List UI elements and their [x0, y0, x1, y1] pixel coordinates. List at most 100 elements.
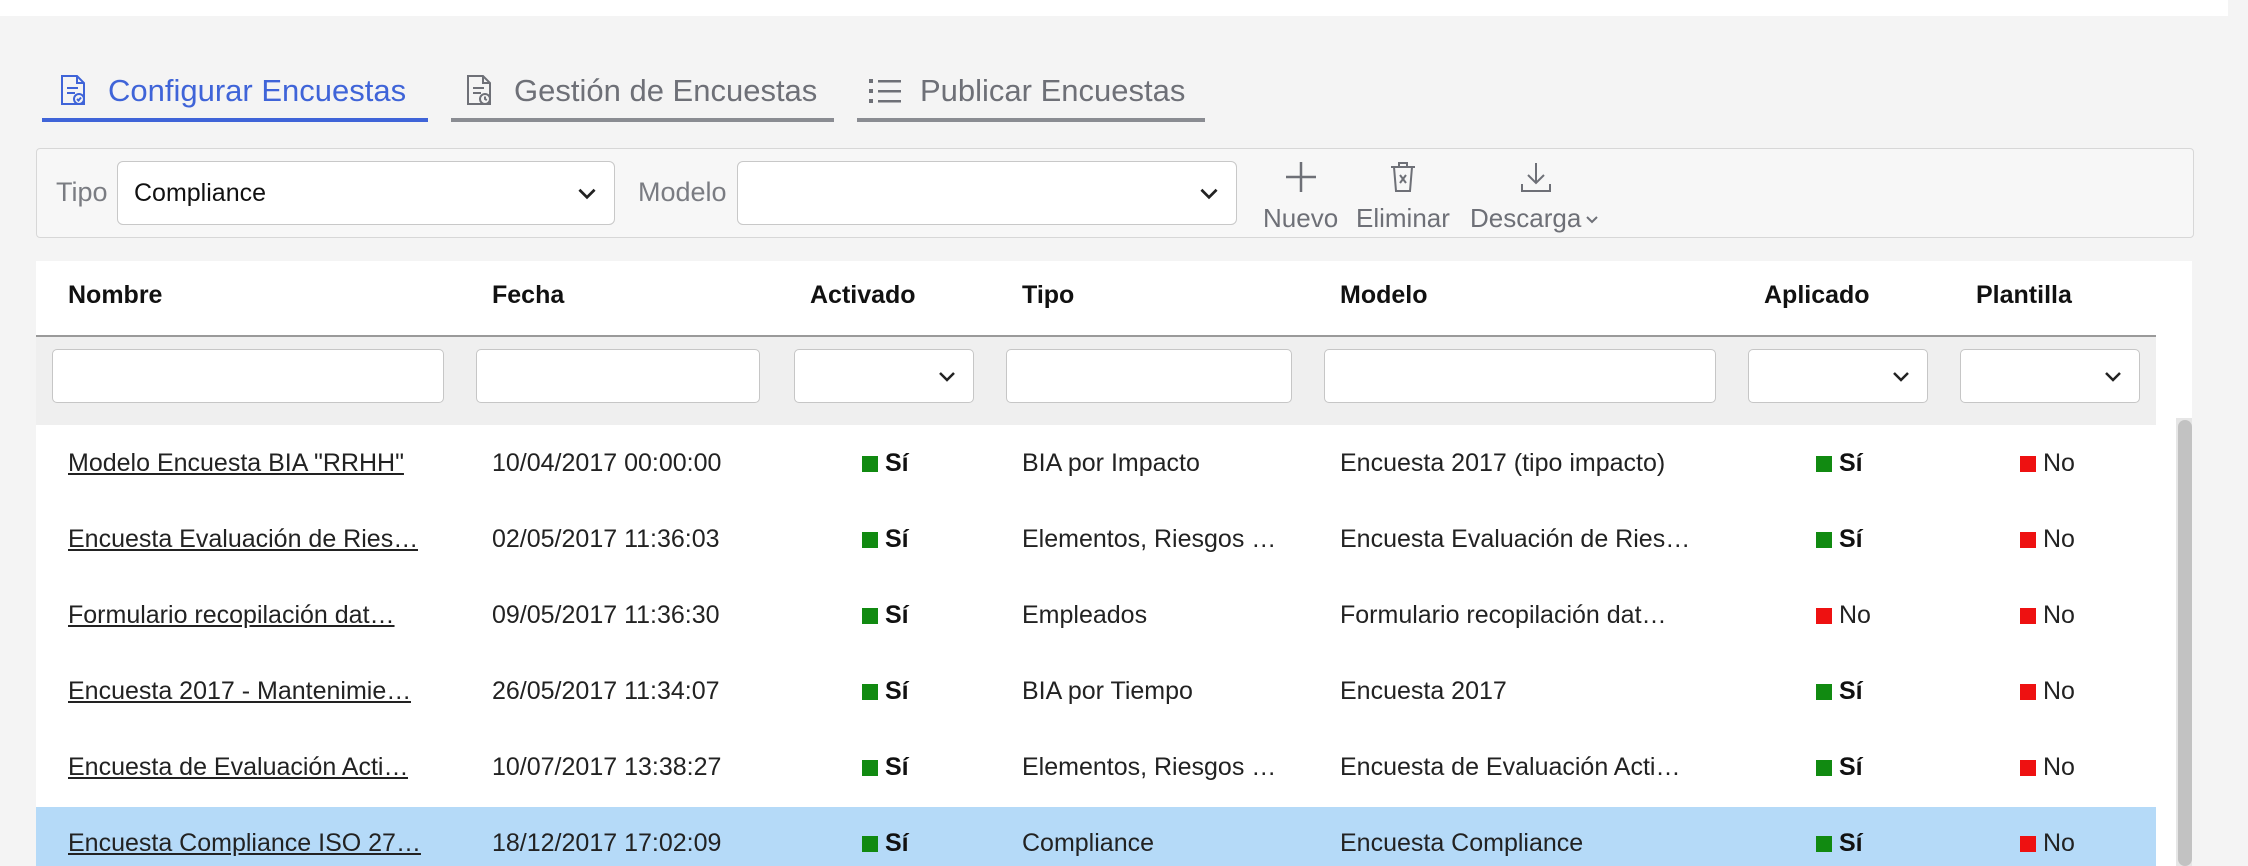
tipo-select-value: Compliance [134, 179, 267, 207]
plantilla-badge: No [2020, 601, 2075, 630]
modelo-cell: Encuesta de Evaluación Acti… [1340, 753, 1681, 781]
eliminar-label: Eliminar [1356, 203, 1450, 233]
modelo-cell: Encuesta Compliance [1340, 829, 1584, 857]
scrollbar-thumb[interactable] [2178, 420, 2192, 866]
fecha-cell: 02/05/2017 11:36:03 [492, 525, 720, 553]
status-no-icon [2020, 835, 2036, 852]
table-row[interactable]: Formulario recopilación dat… 09/05/2017 1… [36, 579, 2156, 656]
status-no-icon [2020, 607, 2036, 624]
activado-badge: Sí [862, 601, 909, 630]
nombre-link[interactable]: Encuesta Compliance ISO 27… [68, 829, 421, 858]
status-no-icon [2020, 531, 2036, 548]
fecha-cell: 26/05/2017 11:34:07 [492, 677, 720, 705]
chevron-down-icon [1200, 188, 1218, 200]
activado-filter-select[interactable] [794, 349, 974, 403]
surveys-grid: Nombre Fecha Activado Tipo Modelo Aplica… [36, 261, 2192, 866]
status-no-icon [2020, 455, 2036, 472]
activado-badge: Sí [862, 449, 909, 478]
fecha-filter-input[interactable] [476, 349, 760, 403]
column-header-fecha[interactable]: Fecha [492, 281, 564, 310]
modelo-cell: Encuesta 2017 (tipo impacto) [1340, 449, 1666, 477]
table-row[interactable]: Encuesta Compliance ISO 27… 18/12/2017 17… [36, 807, 2156, 866]
top-strip [0, 0, 2228, 16]
table-row[interactable]: Encuesta Evaluación de Ries… 02/05/2017 1… [36, 503, 2156, 580]
descarga-button[interactable]: Descarga [1470, 155, 1601, 234]
tab-configurar-encuestas[interactable]: Configurar Encuestas [56, 58, 406, 124]
aplicado-badge-text: Sí [1839, 753, 1863, 781]
toolbar: Tipo Compliance Modelo Nuevo Eliminar De… [36, 148, 2194, 238]
plantilla-badge: No [2020, 525, 2075, 554]
status-yes-icon [1816, 835, 1832, 852]
column-header-nombre[interactable]: Nombre [68, 281, 162, 310]
nombre-link[interactable]: Encuesta 2017 - Mantenimie… [68, 677, 411, 706]
modelo-select[interactable] [737, 161, 1237, 225]
aplicado-badge-text: Sí [1839, 677, 1863, 705]
modelo-filter-input[interactable] [1324, 349, 1716, 403]
chevron-down-icon [578, 188, 596, 200]
chevron-down-icon [2105, 372, 2121, 382]
modelo-cell: Formulario recopilación dat… [1340, 601, 1667, 629]
survey-config-icon [56, 74, 90, 108]
nuevo-button[interactable]: Nuevo [1263, 155, 1338, 234]
nombre-filter-input[interactable] [52, 349, 444, 403]
column-header-activado[interactable]: Activado [810, 281, 916, 310]
aplicado-badge: No [1816, 601, 1871, 630]
status-no-icon [1816, 607, 1832, 624]
column-header-modelo[interactable]: Modelo [1340, 281, 1428, 310]
plantilla-badge-text: No [2043, 829, 2075, 857]
tab-gestion-encuestas[interactable]: Gestión de Encuestas [462, 58, 817, 124]
table-header: Nombre Fecha Activado Tipo Modelo Aplica… [36, 261, 2156, 337]
status-yes-icon [1816, 759, 1832, 776]
aplicado-badge: Sí [1816, 829, 1863, 858]
tab-underline-active [42, 118, 428, 122]
activado-badge-text: Sí [885, 525, 909, 553]
chevron-down-icon [1586, 215, 1598, 223]
table-row[interactable]: Encuesta 2017 - Mantenimie… 26/05/2017 11… [36, 655, 2156, 732]
activado-badge-text: Sí [885, 753, 909, 781]
plus-icon [1284, 155, 1318, 199]
plantilla-badge-text: No [2043, 449, 2075, 477]
aplicado-badge-text: No [1839, 601, 1871, 629]
status-yes-icon [862, 607, 878, 624]
tab-label: Configurar Encuestas [108, 73, 407, 108]
tipo-select[interactable]: Compliance [117, 161, 615, 225]
table-row[interactable]: Encuesta de Evaluación Acti… 10/07/2017 1… [36, 731, 2156, 808]
plantilla-filter-select[interactable] [1960, 349, 2140, 403]
nombre-link[interactable]: Modelo Encuesta BIA "RRHH" [68, 449, 404, 478]
tipo-label: Tipo [56, 177, 108, 207]
eliminar-button[interactable]: Eliminar [1356, 155, 1450, 234]
tab-publicar-encuestas[interactable]: Publicar Encuestas [868, 58, 1185, 124]
tipo-filter-input[interactable] [1006, 349, 1292, 403]
tipo-cell: BIA por Impacto [1022, 449, 1200, 477]
activado-badge-text: Sí [885, 449, 909, 477]
nombre-link[interactable]: Encuesta Evaluación de Ries… [68, 525, 418, 554]
activado-badge: Sí [862, 753, 909, 782]
modelo-cell: Encuesta Evaluación de Ries… [1340, 525, 1691, 553]
activado-badge: Sí [862, 829, 909, 858]
tipo-cell: Compliance [1022, 829, 1155, 857]
activado-badge-text: Sí [885, 601, 909, 629]
nombre-link[interactable]: Encuesta de Evaluación Acti… [68, 753, 408, 782]
plantilla-badge: No [2020, 753, 2075, 782]
plantilla-badge-text: No [2043, 753, 2075, 781]
aplicado-badge-text: Sí [1839, 449, 1863, 477]
status-yes-icon [862, 531, 878, 548]
activado-badge-text: Sí [885, 677, 909, 705]
plantilla-badge-text: No [2043, 677, 2075, 705]
nombre-link[interactable]: Formulario recopilación dat… [68, 601, 395, 630]
fecha-cell: 18/12/2017 17:02:09 [492, 829, 722, 857]
column-header-tipo[interactable]: Tipo [1022, 281, 1074, 310]
modelo-cell: Encuesta 2017 [1340, 677, 1507, 705]
aplicado-badge-text: Sí [1839, 829, 1863, 857]
aplicado-badge: Sí [1816, 525, 1863, 554]
column-header-aplicado[interactable]: Aplicado [1764, 281, 1870, 310]
aplicado-badge-text: Sí [1839, 525, 1863, 553]
fecha-cell: 10/04/2017 00:00:00 [492, 449, 722, 477]
column-header-plantilla[interactable]: Plantilla [1976, 281, 2072, 310]
plantilla-badge: No [2020, 829, 2075, 858]
tipo-cell: Elementos, Riesgos … [1022, 525, 1277, 553]
aplicado-filter-select[interactable] [1748, 349, 1928, 403]
tipo-cell: Empleados [1022, 601, 1148, 629]
table-row[interactable]: Modelo Encuesta BIA "RRHH" 10/04/2017 00:… [36, 427, 2156, 504]
fecha-cell: 09/05/2017 11:36:30 [492, 601, 720, 629]
